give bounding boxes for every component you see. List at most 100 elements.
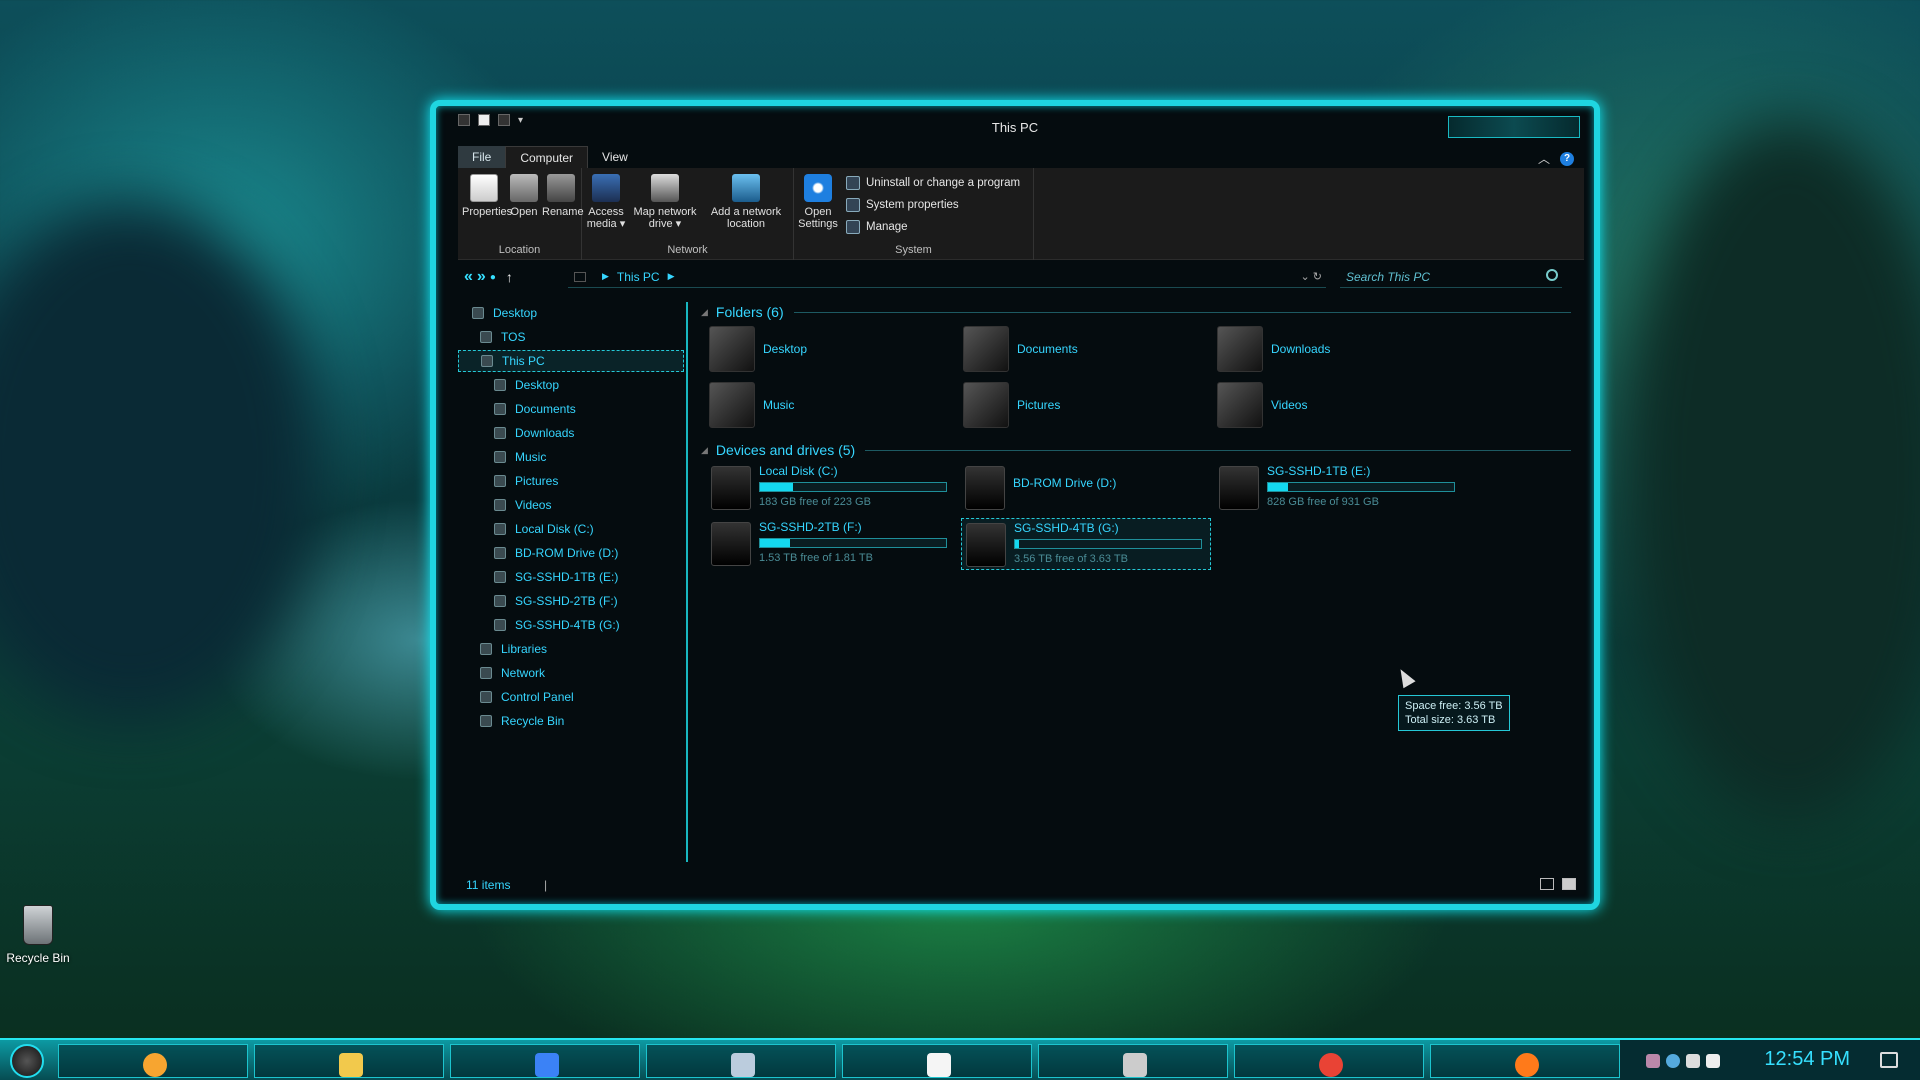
nav-item[interactable]: Pictures (494, 470, 558, 492)
pen-icon[interactable] (1646, 1054, 1660, 1068)
address-dropdown-refresh[interactable]: ⌄ ↻ (1301, 270, 1323, 283)
music-icon (494, 451, 506, 463)
manage-icon (846, 220, 860, 234)
videos-icon (494, 499, 506, 511)
music-folder-icon (709, 382, 755, 428)
start-button[interactable] (10, 1044, 44, 1078)
breadcrumb-arrow-icon[interactable]: ▶ (602, 271, 609, 282)
up-icon[interactable]: ↑ (506, 269, 513, 285)
add-network-location-button[interactable]: Add a network location (704, 172, 788, 230)
folder-tile[interactable]: Documents (963, 326, 1078, 372)
drive-tile[interactable]: Local Disk (C:) 183 GB free of 223 GB (707, 462, 957, 514)
capacity-fill (1015, 540, 1019, 548)
nav-item[interactable]: Documents (494, 398, 576, 420)
drive-tile[interactable]: SG-SSHD-4TB (G:) 3.56 TB free of 3.63 TB (961, 518, 1211, 570)
manage-button[interactable]: Manage (846, 216, 1020, 238)
nav-item[interactable]: Recycle Bin (480, 710, 564, 732)
folder-tile[interactable]: Videos (1217, 382, 1307, 428)
drive-free-space: 828 GB free of 931 GB (1267, 496, 1379, 508)
map-network-drive-button[interactable]: Map network drive ▾ (628, 172, 702, 230)
documents-icon (494, 403, 506, 415)
drive-tile[interactable]: SG-SSHD-2TB (F:) 1.53 TB free of 1.81 TB (707, 518, 957, 570)
forward-icon[interactable]: » (477, 268, 486, 286)
system-properties-icon (846, 198, 860, 212)
collapse-ribbon-icon[interactable]: ︿ (1538, 150, 1550, 167)
breadcrumb-arrow-icon[interactable]: ▶ (668, 271, 675, 282)
taskbar-slot[interactable] (1234, 1044, 1424, 1078)
recent-locations-icon[interactable]: ● (490, 272, 496, 283)
nav-item[interactable]: Libraries (480, 638, 547, 660)
address-bar[interactable]: ▶ This PC ▶ ⌄ ↻ (568, 266, 1326, 288)
folders-header[interactable]: ◢ Folders (6) (701, 302, 1571, 322)
taskbar-slot[interactable] (842, 1044, 1032, 1078)
app-icon (535, 1053, 559, 1077)
drives-header[interactable]: ◢ Devices and drives (5) (701, 440, 1571, 460)
system-properties-button[interactable]: System properties (846, 194, 1020, 216)
breadcrumb-this-pc[interactable]: This PC (617, 270, 660, 284)
drive-tile[interactable]: BD-ROM Drive (D:) (961, 462, 1211, 514)
nav-item[interactable]: BD-ROM Drive (D:) (494, 542, 618, 564)
ribbon-group-network: Access media ▾ Map network drive ▾ Add a n… (582, 168, 794, 260)
search-icon[interactable] (1546, 269, 1558, 281)
open-settings-button[interactable]: Open Settings (798, 172, 838, 230)
network-tray-icon[interactable] (1666, 1054, 1680, 1068)
drive-free-space: 3.56 TB free of 3.63 TB (1014, 553, 1128, 565)
desktop-icon (494, 379, 506, 391)
nav-item[interactable]: Desktop (472, 302, 537, 324)
rename-button[interactable]: Rename (542, 172, 584, 218)
access-media-button[interactable]: Access media ▾ (586, 172, 626, 230)
details-view-icon[interactable] (1540, 878, 1554, 890)
caption-buttons[interactable] (1448, 116, 1580, 138)
tab-computer[interactable]: Computer (505, 146, 589, 168)
nav-item[interactable]: This PC (458, 350, 684, 372)
drive-tile[interactable]: SG-SSHD-1TB (E:) 828 GB free of 931 GB (1215, 462, 1465, 514)
nav-item[interactable]: Videos (494, 494, 551, 516)
folder-tile[interactable]: Downloads (1217, 326, 1330, 372)
ribbon-group-label: System (895, 244, 932, 256)
taskbar-slot[interactable] (450, 1044, 640, 1078)
folder-tile[interactable]: Pictures (963, 382, 1060, 428)
tab-view[interactable]: View (588, 146, 642, 168)
computer-icon (574, 271, 586, 282)
taskbar-slot[interactable] (1430, 1044, 1620, 1078)
help-icon[interactable]: ? (1560, 151, 1574, 166)
capacity-fill (760, 483, 794, 491)
taskbar-slot[interactable] (58, 1044, 248, 1078)
nav-item[interactable]: Downloads (494, 422, 574, 444)
nav-item[interactable]: TOS (480, 326, 525, 348)
notification-icon[interactable] (1880, 1052, 1898, 1068)
back-icon[interactable]: « (464, 268, 473, 286)
clock[interactable]: 12:54 PM (1764, 1048, 1850, 1071)
desktop-icon-recycle-bin[interactable]: Recycle Bin (6, 905, 70, 965)
folder-label: Downloads (1271, 342, 1331, 356)
drive-label: SG-SSHD-2TB (F:) (759, 520, 862, 534)
tiles-view-icon[interactable] (1562, 878, 1576, 890)
ribbon-controls: ︿ ? (1538, 150, 1574, 167)
nav-item[interactable]: Network (480, 662, 545, 684)
videos-folder-icon (1217, 382, 1263, 428)
discord-icon[interactable] (1686, 1054, 1700, 1068)
ribbon-group-label: Network (667, 244, 708, 256)
tab-file[interactable]: File (458, 146, 506, 168)
nav-item[interactable]: SG-SSHD-1TB (E:) (494, 566, 618, 588)
nav-item[interactable]: Local Disk (C:) (494, 518, 594, 540)
taskbar-slot[interactable] (646, 1044, 836, 1078)
weather-icon (143, 1053, 167, 1077)
properties-button[interactable]: Properties (462, 172, 512, 218)
title-bar: ▾ This PC (436, 106, 1594, 138)
nav-item[interactable]: Control Panel (480, 686, 574, 708)
folder-tile[interactable]: Music (709, 382, 794, 428)
uninstall-program-button[interactable]: Uninstall or change a program (846, 172, 1020, 194)
nav-item[interactable]: SG-SSHD-2TB (F:) (494, 590, 618, 612)
wifi-icon[interactable] (1706, 1054, 1720, 1068)
taskbar-slot[interactable] (254, 1044, 444, 1078)
open-button[interactable]: Open (508, 172, 540, 218)
nav-item-label: Desktop (515, 378, 560, 392)
nav-item[interactable]: Music (494, 446, 546, 468)
search-input[interactable]: Search This PC (1340, 266, 1562, 288)
nav-item[interactable]: SG-SSHD-4TB (G:) (494, 614, 620, 636)
nav-item[interactable]: Desktop (494, 374, 559, 396)
folder-tile[interactable]: Desktop (709, 326, 807, 372)
drive-icon (494, 571, 506, 583)
taskbar-slot[interactable] (1038, 1044, 1228, 1078)
